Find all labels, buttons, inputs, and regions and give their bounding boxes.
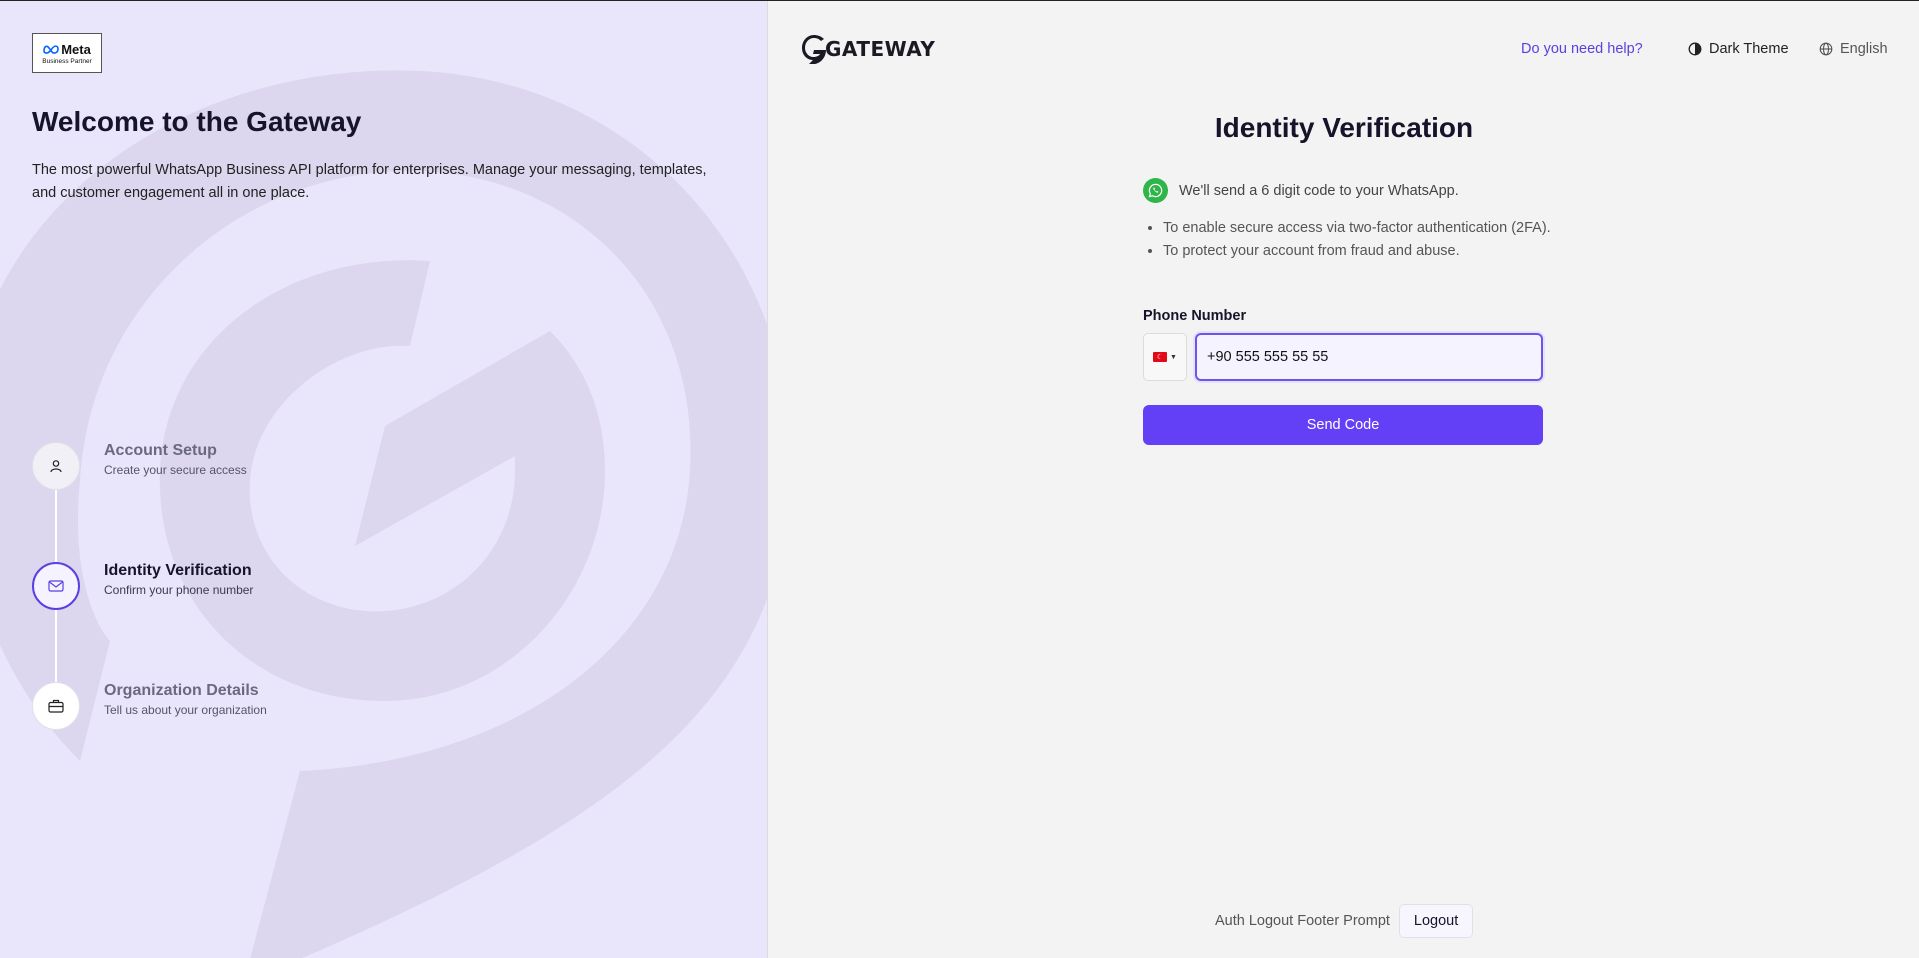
step-subtitle: Create your secure access	[104, 463, 247, 477]
language-label: English	[1840, 41, 1888, 57]
meta-business-partner-badge: Meta Business Partner	[32, 33, 102, 73]
gateway-g-icon	[802, 35, 826, 64]
welcome-title: Welcome to the Gateway	[32, 106, 362, 137]
turkey-flag-icon: ☾	[1153, 352, 1168, 362]
step-title: Account Setup	[104, 442, 217, 459]
phone-label: Phone Number	[1143, 308, 1247, 324]
language-selector[interactable]: English	[1819, 41, 1888, 57]
briefcase-icon	[48, 699, 64, 713]
step-title: Identity Verification	[104, 562, 252, 579]
step-subtitle: Tell us about your organization	[104, 703, 267, 717]
whatsapp-icon	[1143, 178, 1168, 203]
theme-label: Dark Theme	[1709, 41, 1789, 57]
step-account-setup: Account Setup Create your secure access	[32, 442, 432, 490]
step-identity-verification: Identity Verification Confirm your phone…	[32, 562, 432, 610]
reason-list: To enable secure access via two-factor a…	[1163, 217, 1563, 263]
theme-toggle[interactable]: Dark Theme	[1688, 41, 1789, 57]
step-circle	[32, 442, 80, 490]
whatsapp-note: We'll send a 6 digit code to your WhatsA…	[1143, 178, 1459, 203]
whatsapp-note-text: We'll send a 6 digit code to your WhatsA…	[1179, 182, 1459, 199]
meta-sub: Business Partner	[42, 57, 92, 65]
step-connector	[55, 610, 57, 682]
step-circle	[32, 682, 80, 730]
mail-icon	[48, 580, 64, 592]
chevron-down-icon: ▼	[1170, 353, 1177, 361]
reason-item: To enable secure access via two-factor a…	[1163, 217, 1563, 240]
auth-footer: Auth Logout Footer Prompt Logout	[1215, 904, 1474, 938]
step-title: Organization Details	[104, 682, 259, 699]
platform-description: The most powerful WhatsApp Business API …	[32, 162, 707, 201]
right-panel: GATEWAY Do you need help? Dark Theme Eng…	[769, 1, 1919, 958]
phone-input[interactable]	[1195, 333, 1543, 381]
reason-item: To protect your account from fraud and a…	[1163, 240, 1563, 263]
meta-logo-icon	[43, 45, 59, 54]
left-panel: Meta Business Partner Welcome to the Gat…	[0, 1, 768, 958]
step-subtitle: Confirm your phone number	[104, 583, 254, 597]
logout-button[interactable]: Logout	[1398, 904, 1474, 938]
step-organization-details: Organization Details Tell us about your …	[32, 682, 432, 730]
user-icon	[50, 460, 62, 473]
contrast-icon	[1688, 42, 1702, 56]
step-circle	[32, 562, 80, 610]
help-link[interactable]: Do you need help?	[1521, 41, 1643, 57]
globe-icon	[1819, 42, 1833, 56]
step-connector	[55, 490, 57, 562]
gateway-wordmark: GATEWAY	[825, 37, 936, 61]
meta-name: Meta	[61, 41, 91, 57]
country-code-select[interactable]: ☾ ▼	[1143, 333, 1187, 381]
send-code-button[interactable]: Send Code	[1143, 405, 1543, 445]
page-title: Identity Verification	[1214, 112, 1474, 143]
footer-prompt: Auth Logout Footer Prompt	[1215, 913, 1390, 929]
gateway-logo[interactable]: GATEWAY	[800, 33, 935, 65]
